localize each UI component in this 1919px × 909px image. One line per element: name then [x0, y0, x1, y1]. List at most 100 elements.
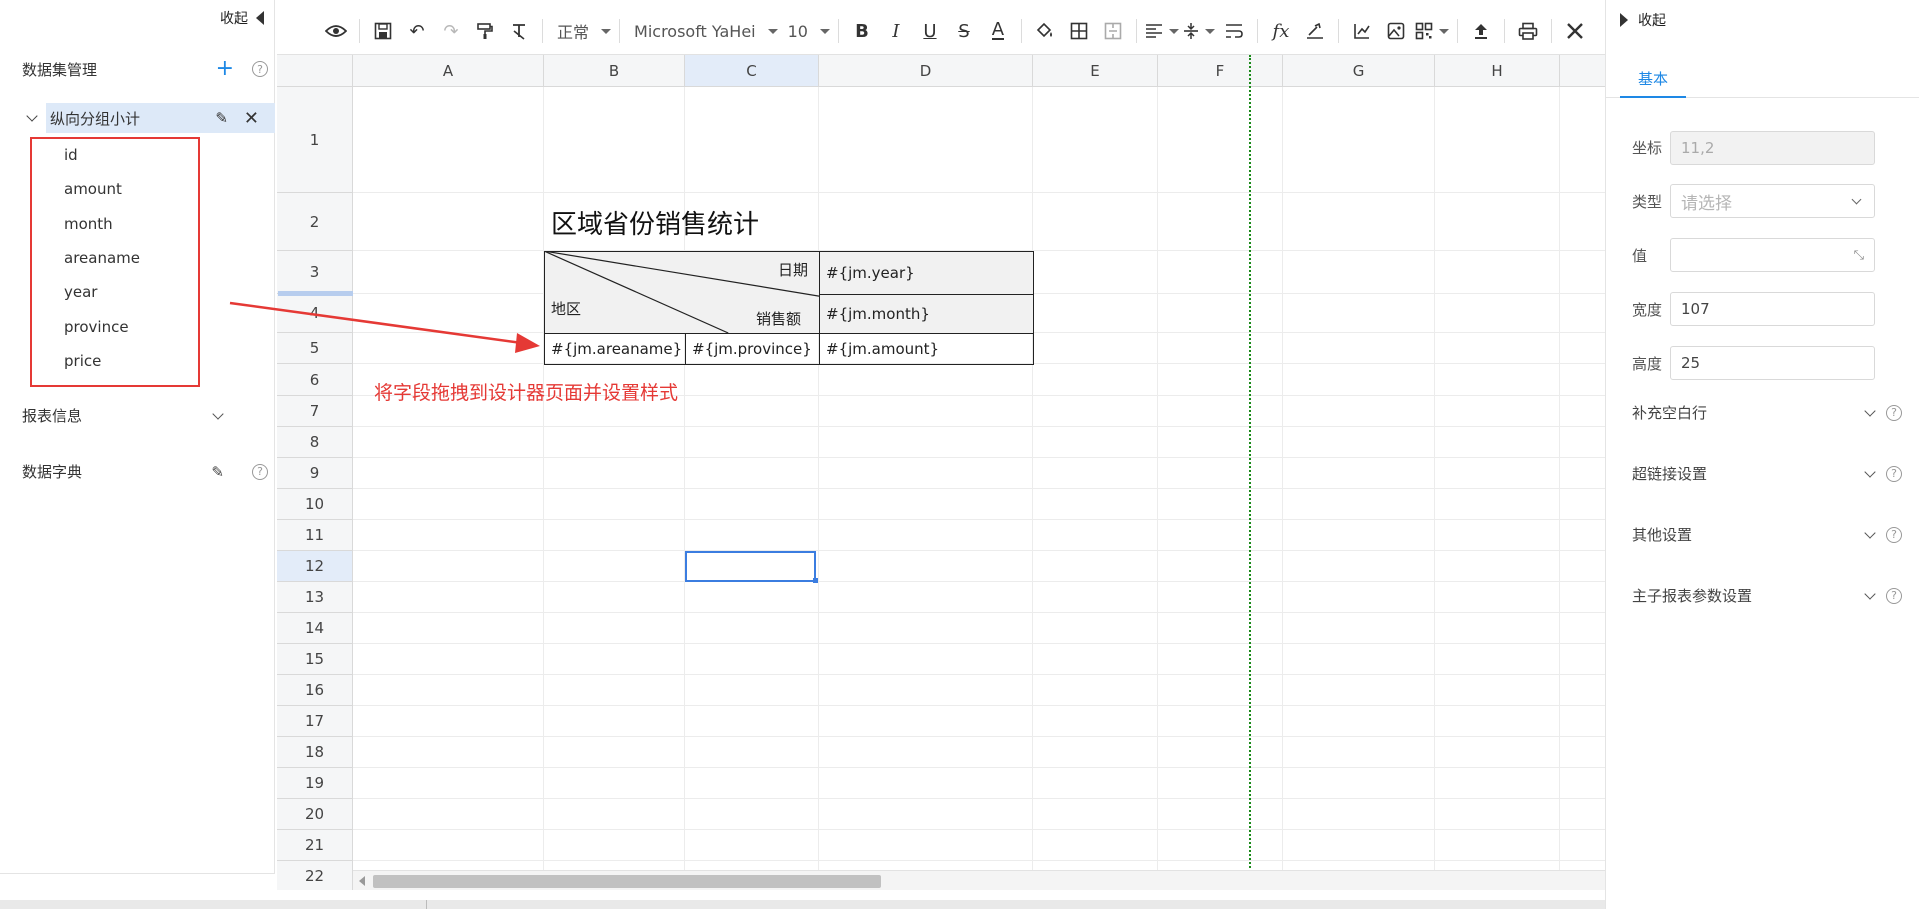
- font-color-icon[interactable]: A: [983, 16, 1013, 46]
- section-subreport-params[interactable]: 主子报表参数设置 ?: [1632, 585, 1902, 606]
- column-header-E[interactable]: E: [1033, 55, 1158, 87]
- close-icon[interactable]: ✕: [244, 108, 259, 129]
- column-header-C[interactable]: C: [685, 55, 819, 87]
- dataset-tree-node[interactable]: 纵向分组小计 ✎ ✕: [22, 103, 275, 133]
- row-header-10[interactable]: 10: [277, 489, 353, 520]
- row-header-4[interactable]: 4: [277, 294, 353, 333]
- row-header-2[interactable]: 2: [277, 193, 353, 251]
- chevron-down-icon[interactable]: [1864, 404, 1876, 417]
- column-header-H[interactable]: H: [1435, 55, 1560, 87]
- horizontal-scrollbar[interactable]: [353, 870, 1605, 890]
- strikethrough-icon[interactable]: S: [949, 16, 979, 46]
- row-header-15[interactable]: 15: [277, 644, 353, 675]
- chevron-down-icon[interactable]: [26, 110, 38, 122]
- redo-icon[interactable]: ↷: [436, 16, 466, 46]
- italic-icon[interactable]: I: [881, 16, 911, 46]
- grid-corner[interactable]: [277, 55, 353, 87]
- left-collapse-button[interactable]: 收起: [220, 8, 264, 28]
- row-header-6[interactable]: 6: [277, 364, 353, 396]
- tools-icon[interactable]: [1560, 16, 1590, 46]
- row-header-3[interactable]: 3: [277, 251, 353, 294]
- chevron-down-icon[interactable]: [212, 407, 224, 420]
- row-header-9[interactable]: 9: [277, 458, 353, 489]
- border-icon[interactable]: [1064, 16, 1094, 46]
- format-painter-icon[interactable]: [470, 16, 500, 46]
- clear-format-icon[interactable]: [504, 16, 534, 46]
- section-fill-blank-rows[interactable]: 补充空白行 ?: [1632, 402, 1902, 423]
- column-header-F[interactable]: F: [1158, 55, 1283, 87]
- row-header-11[interactable]: 11: [277, 520, 353, 551]
- font-style-select[interactable]: 正常: [551, 16, 612, 46]
- help-icon[interactable]: ?: [1886, 526, 1902, 543]
- column-header-B[interactable]: B: [544, 55, 685, 87]
- font-size-select[interactable]: 10: [782, 16, 830, 46]
- upload-icon[interactable]: [1466, 16, 1496, 46]
- report-info-header[interactable]: 报表信息: [22, 405, 274, 426]
- help-icon[interactable]: ?: [252, 463, 268, 480]
- merge-cells-icon[interactable]: [1098, 16, 1128, 46]
- selected-cell[interactable]: [685, 551, 816, 582]
- row-header-5[interactable]: 5: [277, 333, 353, 364]
- tab-basic[interactable]: 基本: [1620, 60, 1686, 98]
- help-icon[interactable]: ?: [252, 61, 268, 77]
- help-icon[interactable]: ?: [1886, 404, 1902, 421]
- qrcode-icon[interactable]: [1415, 16, 1449, 46]
- expand-icon[interactable]: ⤡: [1854, 248, 1864, 263]
- pencil-icon[interactable]: ✎: [215, 109, 228, 127]
- dataset-name-box[interactable]: 纵向分组小计 ✎ ✕: [46, 103, 275, 133]
- column-header-A[interactable]: A: [353, 55, 544, 87]
- field-item[interactable]: month: [64, 215, 113, 233]
- chevron-down-icon[interactable]: [1864, 587, 1876, 600]
- field-item[interactable]: id: [64, 146, 78, 164]
- bold-icon[interactable]: B: [847, 16, 877, 46]
- row-header-19[interactable]: 19: [277, 768, 353, 799]
- row-header-1[interactable]: 1: [277, 87, 353, 193]
- row-header-22[interactable]: 22: [277, 861, 353, 890]
- fill-handle[interactable]: [813, 578, 818, 583]
- section-hyperlink[interactable]: 超链接设置 ?: [1632, 463, 1902, 484]
- conditional-format-icon[interactable]: [1300, 16, 1330, 46]
- type-select[interactable]: 请选择: [1670, 184, 1875, 218]
- align-left-icon[interactable]: [1145, 16, 1179, 46]
- scroll-left-icon[interactable]: [359, 876, 365, 886]
- chevron-down-icon[interactable]: [1864, 526, 1876, 539]
- row-header-20[interactable]: 20: [277, 799, 353, 830]
- row-header-7[interactable]: 7: [277, 396, 353, 427]
- scrollbar-thumb[interactable]: [373, 875, 881, 888]
- column-header-G[interactable]: G: [1283, 55, 1435, 87]
- vertical-align-icon[interactable]: [1183, 16, 1215, 46]
- print-icon[interactable]: [1513, 16, 1543, 46]
- chart-icon[interactable]: [1347, 16, 1377, 46]
- fill-color-icon[interactable]: [1030, 16, 1060, 46]
- row-header-14[interactable]: 14: [277, 613, 353, 644]
- wrap-text-icon[interactable]: [1219, 16, 1249, 46]
- width-field[interactable]: 107: [1670, 292, 1875, 326]
- chevron-down-icon[interactable]: [1864, 465, 1876, 478]
- plus-icon[interactable]: +: [216, 58, 234, 80]
- field-item[interactable]: amount: [64, 180, 122, 198]
- height-field[interactable]: 25: [1670, 346, 1875, 380]
- right-collapse-button[interactable]: 收起: [1620, 10, 1666, 30]
- row-header-17[interactable]: 17: [277, 706, 353, 737]
- row-header-18[interactable]: 18: [277, 737, 353, 768]
- help-icon[interactable]: ?: [1886, 587, 1902, 604]
- value-field[interactable]: ⤡: [1670, 238, 1875, 272]
- field-item[interactable]: province: [64, 318, 129, 336]
- row-header-13[interactable]: 13: [277, 582, 353, 613]
- row-header-16[interactable]: 16: [277, 675, 353, 706]
- spreadsheet-grid[interactable]: ABCDEFGH 1 2 3 4 5 6 7 8 9 10 11 12 13 14 15 16 17 18 19 20…: [277, 54, 1605, 890]
- formula-fx-icon[interactable]: fx: [1266, 16, 1296, 46]
- row-header-21[interactable]: 21: [277, 830, 353, 861]
- field-item[interactable]: areaname: [64, 249, 140, 267]
- image-icon[interactable]: [1381, 16, 1411, 46]
- help-icon[interactable]: ?: [1886, 465, 1902, 482]
- column-header-D[interactable]: D: [819, 55, 1033, 87]
- font-family-select[interactable]: Microsoft YaHei: [628, 16, 778, 46]
- pencil-icon[interactable]: ✎: [211, 463, 224, 481]
- field-item[interactable]: price: [64, 352, 101, 370]
- preview-eye-icon[interactable]: [321, 16, 351, 46]
- row-header-8[interactable]: 8: [277, 427, 353, 458]
- report-title-cell[interactable]: 区域省份销售统计: [544, 193, 1033, 251]
- save-icon[interactable]: [368, 16, 398, 46]
- undo-icon[interactable]: ↶: [402, 16, 432, 46]
